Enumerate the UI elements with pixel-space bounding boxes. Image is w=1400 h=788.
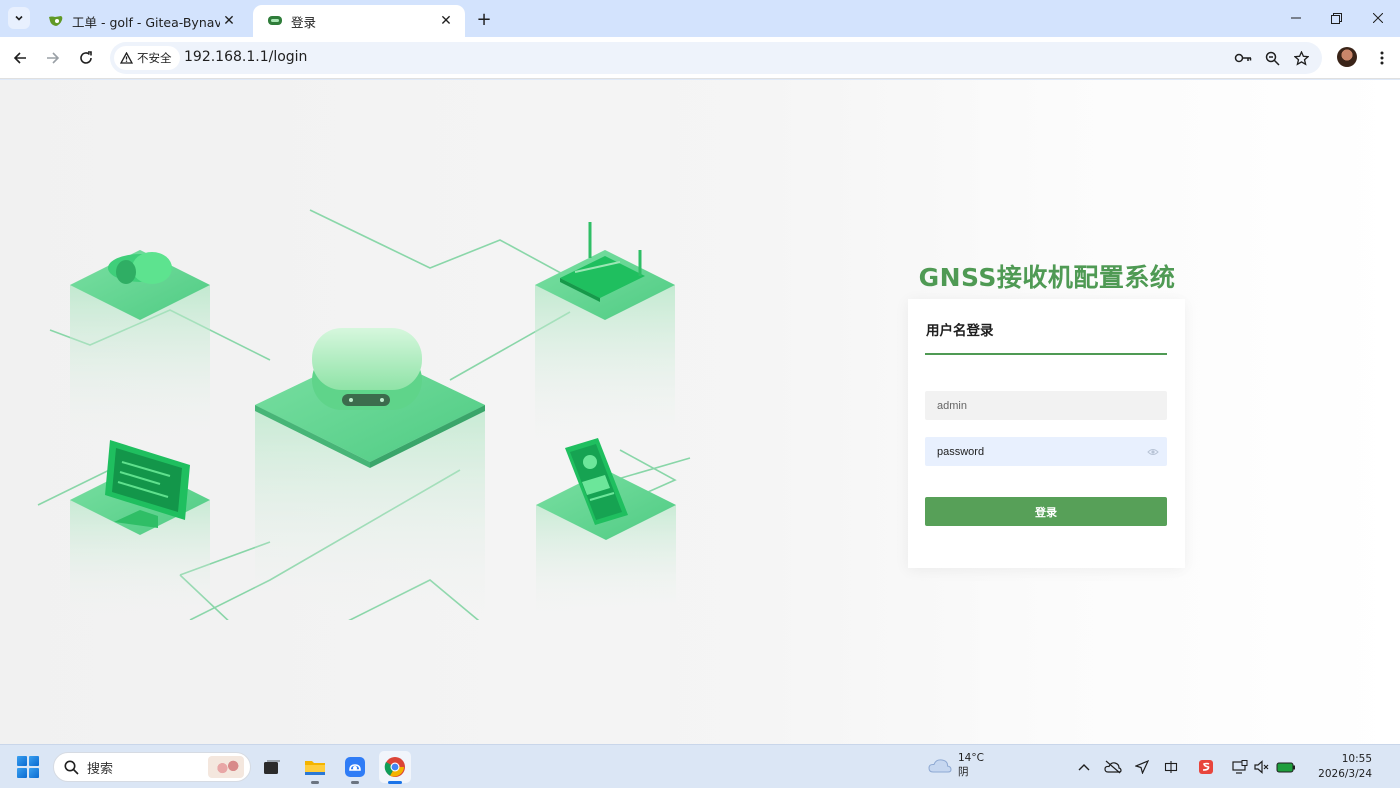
close-window-button[interactable]: [1356, 0, 1400, 36]
login-card: 用户名登录 admin password 登录: [908, 299, 1185, 568]
file-explorer-button[interactable]: [299, 751, 331, 784]
reload-button[interactable]: [73, 45, 99, 71]
pillar-monitor: [70, 440, 210, 620]
task-view-icon: [264, 760, 280, 774]
search-highlight-art: [208, 756, 244, 778]
tray-overflow-button[interactable]: [1074, 757, 1094, 777]
chevron-up-icon: [1078, 764, 1090, 771]
search-placeholder: 搜索: [87, 761, 114, 777]
input-method-icon[interactable]: [1161, 757, 1181, 777]
windows-logo-icon: [17, 756, 27, 766]
cloud-icon: [928, 759, 952, 773]
eye-icon[interactable]: [1147, 446, 1159, 458]
folder-icon: [305, 761, 325, 775]
zoom-icon[interactable]: [1262, 48, 1282, 68]
search-icon: [64, 760, 79, 775]
new-tab-button[interactable]: +: [473, 8, 495, 30]
tab-search-button[interactable]: [8, 7, 30, 29]
weather-temp: 14°C: [958, 752, 984, 764]
system-title: GNSS接收机配置系统: [918, 263, 1176, 292]
pillar-phone: [536, 438, 676, 620]
taskbar-search[interactable]: 搜索: [53, 752, 251, 782]
browser-toolbar: 不安全 192.168.1.1/login: [0, 37, 1400, 79]
address-bar[interactable]: 不安全 192.168.1.1/login: [110, 42, 1322, 74]
tab-login[interactable]: 登录 ✕: [253, 5, 465, 37]
gnss-network-illustration: [37, 209, 691, 620]
start-button[interactable]: [17, 756, 39, 778]
close-icon: [1373, 13, 1383, 23]
site-favicon-icon: [267, 13, 283, 29]
chrome-icon: [384, 757, 405, 777]
arrow-left-icon: [13, 52, 26, 64]
url-text[interactable]: 192.168.1.1/login: [184, 49, 307, 65]
weather-condition: 阴: [958, 766, 969, 778]
password-value: password: [937, 445, 985, 458]
cloud-app-button[interactable]: [339, 751, 371, 784]
tab-gitea[interactable]: 工单 - golf - Gitea-Bynav ✕: [34, 5, 248, 37]
close-icon[interactable]: ✕: [437, 12, 455, 30]
cloud-off-icon[interactable]: [1103, 757, 1123, 777]
gitea-favicon-icon: [48, 13, 64, 29]
pillar-gnss-receiver: [255, 328, 485, 620]
battery-icon[interactable]: [1276, 757, 1296, 777]
restore-button[interactable]: [1314, 0, 1358, 36]
tab-title: 工单 - golf - Gitea-Bynav: [72, 14, 220, 30]
back-button[interactable]: [7, 45, 33, 71]
heading-underline: [925, 353, 1167, 355]
security-label: 不安全: [137, 51, 172, 65]
minimize-icon: [1291, 17, 1301, 19]
username-value: admin: [937, 399, 967, 412]
more-vert-icon: [1380, 51, 1384, 65]
login-method-heading: 用户名登录: [926, 323, 994, 339]
restore-icon: [1330, 12, 1342, 24]
network-monitor-icon[interactable]: [1230, 757, 1250, 777]
menu-button[interactable]: [1372, 46, 1392, 70]
chrome-button[interactable]: [379, 751, 411, 784]
tab-strip: 工单 - golf - Gitea-Bynav ✕ 登录 ✕ +: [0, 0, 1400, 37]
weather-widget[interactable]: 14°C 阴: [928, 751, 984, 779]
password-key-icon[interactable]: [1233, 48, 1253, 68]
tab-title: 登录: [291, 14, 317, 30]
username-input[interactable]: admin: [925, 391, 1167, 420]
system-clock[interactable]: 10:55 2026/3/24: [1300, 752, 1372, 782]
speaker-muted-icon[interactable]: [1252, 757, 1272, 777]
windows-taskbar: 搜索 14°C 阴 10:55 2026/3/24: [0, 744, 1400, 788]
antivirus-icon[interactable]: [1196, 757, 1216, 777]
location-arrow-icon[interactable]: [1132, 757, 1152, 777]
minimize-button[interactable]: [1274, 0, 1318, 36]
task-view-button[interactable]: [256, 751, 288, 783]
bookmark-star-icon[interactable]: [1291, 48, 1311, 68]
reload-icon: [80, 51, 92, 64]
warning-icon: [120, 52, 133, 64]
clock-date: 2026/3/24: [1318, 768, 1372, 780]
cloud-app-icon: [345, 757, 365, 777]
close-icon[interactable]: ✕: [220, 12, 238, 30]
clock-time: 10:55: [1341, 753, 1372, 765]
arrow-right-icon: [47, 52, 60, 64]
pillar-camera: [70, 250, 210, 450]
login-button[interactable]: 登录: [925, 497, 1167, 526]
profile-avatar[interactable]: [1337, 47, 1357, 67]
security-chip[interactable]: 不安全: [114, 46, 180, 70]
forward-button[interactable]: [40, 45, 66, 71]
password-input[interactable]: password: [925, 437, 1167, 466]
chevron-down-icon: [15, 15, 23, 21]
pillar-router: [535, 222, 675, 450]
page-viewport: GNSS接收机配置系统 用户名登录 admin password 登录: [0, 80, 1400, 744]
